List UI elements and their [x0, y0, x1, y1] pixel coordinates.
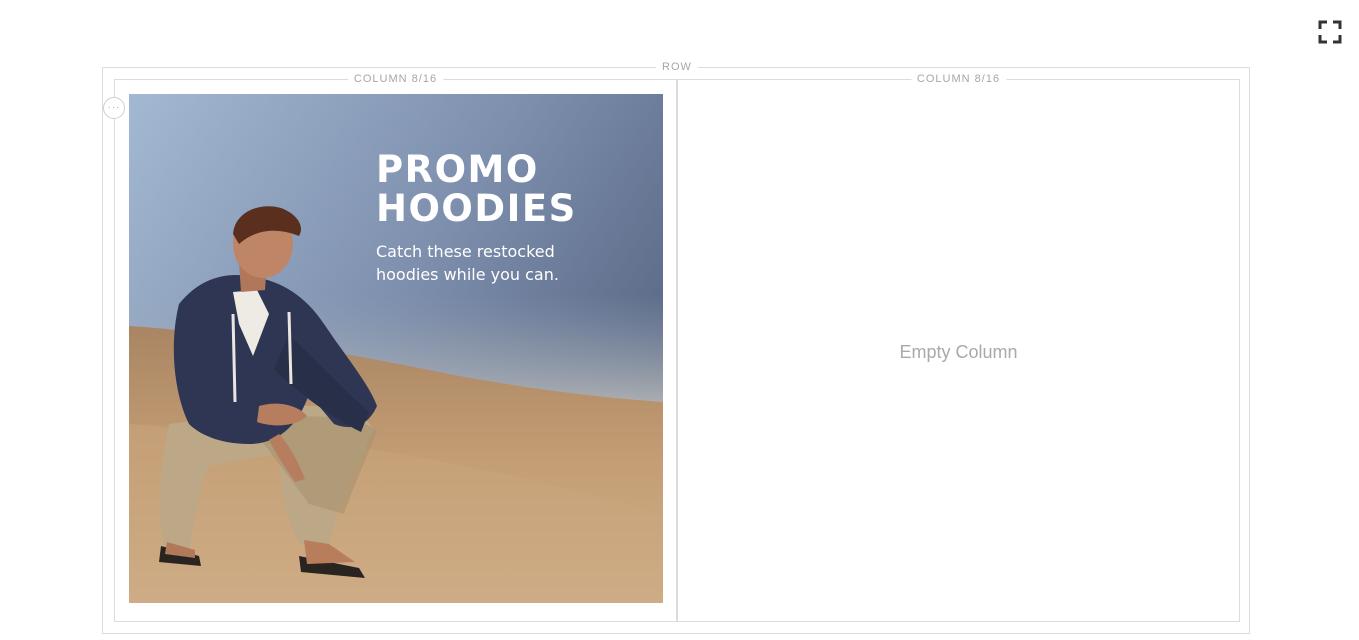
row-label: ROW: [656, 61, 698, 74]
banner-title: PROMO HOODIES: [376, 150, 577, 228]
row-container[interactable]: ROW COLUMN 8/16 ··· PROMO HOODIES Catch …: [102, 61, 1250, 634]
fullscreen-button[interactable]: [1318, 20, 1342, 44]
banner-title-line2: HOODIES: [376, 187, 577, 230]
banner-subtitle-line1: Catch these restocked: [376, 242, 555, 261]
empty-column-text: Empty Column: [899, 342, 1018, 362]
fullscreen-icon: [1318, 20, 1342, 44]
banner-subtitle-line2: hoodies while you can.: [376, 265, 559, 284]
page-builder-canvas: ROW COLUMN 8/16 ··· PROMO HOODIES Catch …: [0, 0, 1359, 640]
column-label: COLUMN 8/16: [910, 73, 1007, 86]
column-left[interactable]: COLUMN 8/16 ··· PROMO HOODIES Catch thes…: [103, 73, 677, 622]
column-label: COLUMN 8/16: [347, 73, 444, 86]
banner-title-line1: PROMO: [376, 148, 539, 191]
more-options-icon[interactable]: ···: [103, 97, 125, 119]
column-right[interactable]: COLUMN 8/16 Empty Column: [677, 73, 1240, 622]
banner-subtitle: Catch these restocked hoodies while you …: [376, 240, 586, 286]
promo-banner[interactable]: PROMO HOODIES Catch these restocked hood…: [129, 94, 663, 603]
